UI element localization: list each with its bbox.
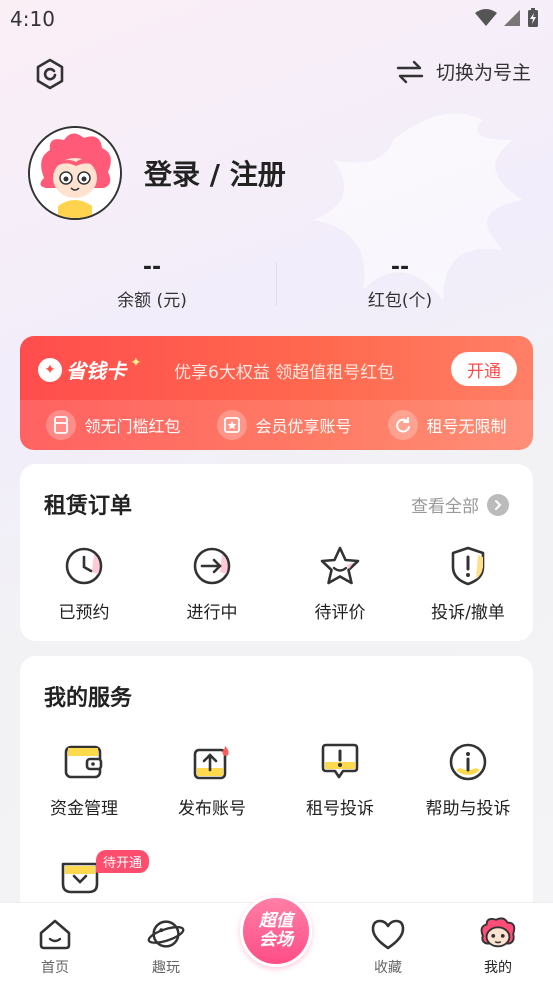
service-help[interactable]: 帮助与投诉 bbox=[404, 740, 532, 819]
status-icons bbox=[475, 8, 539, 28]
service-help-label: 帮助与投诉 bbox=[425, 799, 511, 819]
tab-home[interactable]: 首页 bbox=[15, 915, 95, 977]
rental-orders-title: 租赁订单 bbox=[44, 494, 133, 519]
savings-card-perks: 领无门槛红包 会员优享账号 租号无限制 bbox=[20, 400, 533, 450]
tab-home-label: 首页 bbox=[41, 960, 69, 976]
member-icon bbox=[217, 410, 248, 440]
pending-service[interactable]: 待开通 bbox=[60, 842, 150, 902]
switch-role-label: 切换为号主 bbox=[435, 62, 531, 84]
savings-card-description: 优享6大权益 领超值租号红包 bbox=[174, 363, 395, 383]
perk-coupon[interactable]: 领无门槛红包 bbox=[46, 410, 181, 440]
status-time: 4:10 bbox=[10, 7, 55, 31]
clock-icon bbox=[62, 544, 106, 588]
login-register-link[interactable]: 登录 / 注册 bbox=[144, 153, 286, 193]
info-icon bbox=[446, 740, 490, 784]
balance-label: 余额 (元) bbox=[117, 291, 187, 311]
tab-fun[interactable]: 趣玩 bbox=[126, 915, 206, 977]
service-publish-label: 发布账号 bbox=[178, 799, 246, 819]
rental-orders-card: 租赁订单 查看全部 已预约 进行中 待评价 投诉/撤单 bbox=[20, 464, 533, 641]
balance-value: -- bbox=[142, 255, 162, 280]
home-icon bbox=[36, 915, 74, 953]
wifi-icon bbox=[475, 9, 497, 26]
shield-alert-icon bbox=[446, 544, 490, 588]
order-in-progress-label: 进行中 bbox=[186, 603, 238, 623]
heart-icon bbox=[369, 915, 407, 953]
tab-favorites[interactable]: 收藏 bbox=[348, 915, 428, 977]
wallet-stats: -- 余额 (元) -- 红包(个) bbox=[0, 250, 553, 320]
mascot-avatar-icon bbox=[30, 128, 120, 218]
service-publish[interactable]: 发布账号 bbox=[148, 740, 276, 819]
settings-button[interactable] bbox=[30, 54, 70, 94]
order-complaint-label: 投诉/撤单 bbox=[431, 603, 505, 623]
swap-icon bbox=[396, 60, 424, 83]
status-bar: 4:10 bbox=[0, 0, 553, 38]
order-in-progress[interactable]: 进行中 bbox=[148, 544, 276, 623]
signal-icon bbox=[504, 10, 520, 26]
my-services-title: 我的服务 bbox=[44, 686, 133, 711]
service-funds[interactable]: 资金管理 bbox=[20, 740, 148, 819]
redpacket-value: -- bbox=[390, 255, 410, 280]
tab-fun-label: 趣玩 bbox=[152, 960, 180, 976]
perk-member[interactable]: 会员优享账号 bbox=[217, 410, 352, 440]
order-status-grid: 已预约 进行中 待评价 投诉/撤单 bbox=[20, 544, 533, 623]
wallet-icon bbox=[62, 740, 106, 784]
refresh-icon bbox=[388, 410, 419, 440]
planet-icon bbox=[147, 915, 185, 953]
center-promo-line2: 会场 bbox=[259, 930, 293, 950]
perk-unlimited[interactable]: 租号无限制 bbox=[388, 410, 507, 440]
message-alert-icon bbox=[318, 740, 362, 784]
profile-mascot-icon bbox=[479, 915, 517, 953]
top-bar: 切换为号主 bbox=[0, 50, 553, 96]
arrow-circle-icon bbox=[190, 544, 234, 588]
order-complaint[interactable]: 投诉/撤单 bbox=[404, 544, 532, 623]
order-to-review[interactable]: 待评价 bbox=[276, 544, 404, 623]
star-icon bbox=[318, 544, 362, 588]
perk-unlimited-label: 租号无限制 bbox=[426, 417, 507, 436]
settings-icon bbox=[36, 58, 64, 90]
service-funds-label: 资金管理 bbox=[50, 799, 118, 819]
profile-section[interactable]: 登录 / 注册 bbox=[28, 126, 286, 220]
savings-card-logo-text: 省钱卡 bbox=[66, 359, 126, 383]
service-rental-complaint[interactable]: 租号投诉 bbox=[276, 740, 404, 819]
chevron-right-icon bbox=[487, 493, 509, 516]
balance-stat[interactable]: -- 余额 (元) bbox=[52, 250, 252, 311]
pending-badge: 待开通 bbox=[96, 850, 150, 873]
stat-divider bbox=[276, 262, 277, 306]
savings-card-header: ✦ 省钱卡 ✦ 优享6大权益 领超值租号红包 开通 bbox=[20, 336, 533, 400]
gift-box-icon bbox=[61, 862, 99, 894]
tab-favorites-label: 收藏 bbox=[374, 960, 402, 976]
service-rental-complaint-label: 租号投诉 bbox=[306, 799, 374, 819]
upload-icon bbox=[190, 740, 234, 784]
coin-icon: ✦ bbox=[38, 357, 62, 382]
services-grid: 资金管理 发布账号 租号投诉 帮助与投诉 bbox=[20, 740, 533, 819]
center-promo-tab[interactable]: 超值 会场 bbox=[240, 895, 312, 967]
savings-card-logo: ✦ 省钱卡 ✦ bbox=[38, 355, 142, 384]
avatar[interactable] bbox=[28, 126, 122, 220]
center-promo-line1: 超值 bbox=[259, 911, 293, 931]
sparkle-icon: ✦ bbox=[130, 354, 142, 371]
order-to-review-label: 待评价 bbox=[314, 603, 366, 623]
battery-icon bbox=[528, 8, 538, 27]
savings-card-banner[interactable]: ✦ 省钱卡 ✦ 优享6大权益 领超值租号红包 开通 领无门槛红包 会员优享账号 … bbox=[20, 336, 533, 450]
perk-member-label: 会员优享账号 bbox=[255, 417, 352, 436]
open-savings-card-button[interactable]: 开通 bbox=[451, 352, 517, 386]
order-reserved-label: 已预约 bbox=[58, 603, 110, 623]
tab-mine[interactable]: 我的 bbox=[458, 915, 538, 977]
redpacket-stat[interactable]: -- 红包(个) bbox=[300, 250, 500, 311]
perk-coupon-label: 领无门槛红包 bbox=[84, 417, 181, 436]
switch-role-button[interactable]: 切换为号主 bbox=[396, 58, 531, 85]
tab-mine-label: 我的 bbox=[484, 960, 512, 976]
my-services-card: 我的服务 资金管理 发布账号 租号投诉 帮助与投诉 待开通 bbox=[20, 656, 533, 916]
view-all-orders-link[interactable]: 查看全部 bbox=[411, 492, 509, 517]
coupon-icon bbox=[46, 410, 77, 440]
view-all-label: 查看全部 bbox=[411, 497, 479, 517]
redpacket-label: 红包(个) bbox=[367, 291, 433, 311]
order-reserved[interactable]: 已预约 bbox=[20, 544, 148, 623]
